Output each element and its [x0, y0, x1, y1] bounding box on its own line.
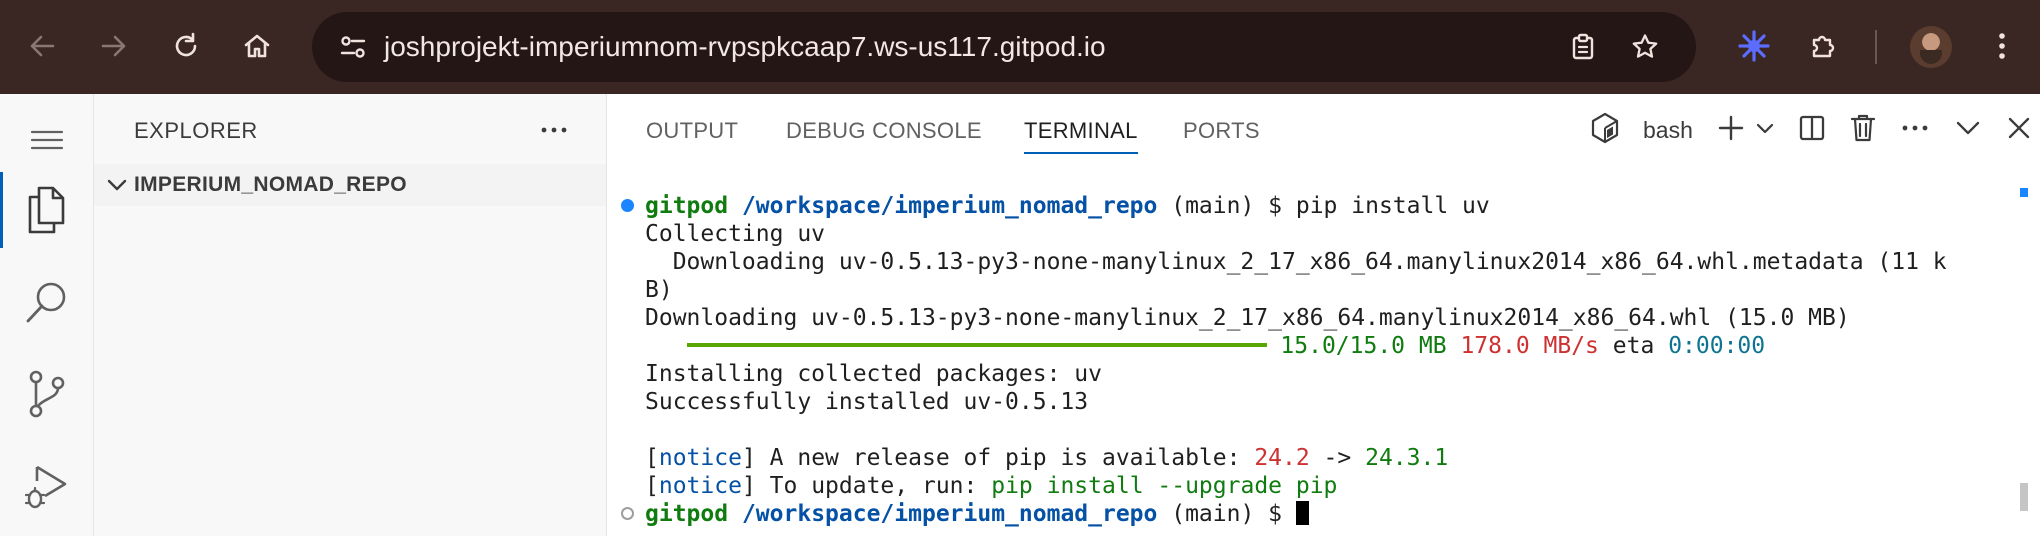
pip-new-version: 24.3.1: [1365, 445, 1449, 471]
tab-output[interactable]: OUTPUT: [646, 118, 738, 144]
trash-kill-terminal-icon[interactable]: [1843, 108, 1883, 148]
prompt-user: gitpod: [645, 501, 729, 527]
home-icon[interactable]: [233, 22, 281, 70]
back-arrow-icon[interactable]: [18, 22, 66, 70]
bookmark-star-icon[interactable]: [1622, 24, 1668, 70]
terminal-line-progress: 15.0/15.0 MB 178.0 MB/s eta 0:00:00: [645, 332, 1765, 360]
prompt-branch: (main) $: [1157, 501, 1296, 527]
close-panel-icon[interactable]: [1999, 108, 2039, 148]
command-text: pip install uv: [1295, 193, 1490, 219]
profile-avatar[interactable]: [1910, 26, 1952, 68]
terminal-scrollbar-thumb[interactable]: [2020, 483, 2028, 511]
notice-arrow: ->: [1309, 445, 1366, 471]
terminal-profiles-chevron-down-icon[interactable]: [1745, 108, 1785, 148]
tab-terminal[interactable]: TERMINAL: [1024, 118, 1138, 154]
terminal-shell-icon: [1585, 108, 1625, 148]
source-control-icon[interactable]: [0, 348, 94, 440]
kebab-menu-icon[interactable]: [1978, 22, 2026, 70]
terminal-line-prompt: gitpod /workspace/imperium_nomad_repo (m…: [645, 500, 1309, 528]
toolbar-divider: [1875, 30, 1877, 64]
command-pending-decoration[interactable]: [621, 507, 634, 520]
upgrade-command: pip install --upgrade pip: [991, 473, 1338, 499]
notice-tag: notice: [658, 445, 742, 471]
collapse-panel-chevron-icon[interactable]: [1948, 108, 1988, 148]
terminal-line-command: gitpod /workspace/imperium_nomad_repo (m…: [645, 192, 1490, 220]
activity-bar: [0, 94, 94, 536]
more-actions-icon[interactable]: [534, 110, 574, 150]
scrollbar-marker: [2020, 188, 2028, 197]
url-text[interactable]: joshprojekt-imperiumnom-rvpspkcaap7.ws-u…: [384, 12, 1106, 82]
extension-sparkle-icon[interactable]: [1730, 22, 1778, 70]
site-info-icon[interactable]: [330, 24, 376, 70]
download-progress-bar: [686, 342, 1267, 347]
chevron-down-icon: [104, 172, 130, 198]
notice-text: To update, run:: [755, 473, 992, 499]
terminal-line: Successfully installed uv-0.5.13: [645, 389, 1089, 415]
forward-arrow-icon[interactable]: [90, 22, 138, 70]
explorer-files-icon[interactable]: [0, 164, 94, 256]
address-bar[interactable]: joshprojekt-imperiumnom-rvpspkcaap7.ws-u…: [312, 12, 1696, 82]
terminal-line: Installing collected packages: uv: [645, 361, 1102, 387]
terminal-name[interactable]: bash: [1643, 117, 1693, 144]
progress-speed: 178.0 MB/s: [1460, 333, 1599, 359]
browser-toolbar: joshprojekt-imperiumnom-rvpspkcaap7.ws-u…: [0, 0, 2040, 94]
terminal-cursor: [1295, 500, 1309, 525]
notice-tag: notice: [658, 473, 742, 499]
workspace-folder-name: IMPERIUM_NOMAD_REPO: [134, 173, 407, 196]
reload-icon[interactable]: [162, 22, 210, 70]
terminal-line: Downloading uv-0.5.13-py3-none-manylinux…: [645, 249, 1947, 275]
prompt-user: gitpod: [645, 193, 729, 219]
clipboard-icon[interactable]: [1560, 24, 1606, 70]
prompt-path: /workspace/imperium_nomad_repo: [741, 501, 1158, 527]
more-panel-actions-icon[interactable]: [1895, 108, 1935, 148]
command-success-decoration[interactable]: [621, 199, 634, 212]
run-debug-icon[interactable]: [0, 440, 94, 532]
progress-size: 15.0/15.0 MB: [1280, 333, 1447, 359]
search-icon[interactable]: [0, 256, 94, 348]
terminal-line: Downloading uv-0.5.13-py3-none-manylinux…: [645, 305, 1850, 331]
progress-eta: 0:00:00: [1668, 333, 1766, 359]
tab-debug-console[interactable]: DEBUG CONSOLE: [786, 118, 982, 144]
sidebar-title: EXPLORER: [134, 118, 258, 143]
prompt-path: /workspace/imperium_nomad_repo: [741, 193, 1158, 219]
terminal-line-notice: [notice] To update, run: pip install --u…: [645, 473, 1338, 499]
workspace-folder-header[interactable]: IMPERIUM_NOMAD_REPO: [94, 164, 606, 206]
notice-text: A new release of pip is available:: [755, 445, 1255, 471]
split-terminal-icon[interactable]: [1792, 108, 1832, 148]
terminal-line-notice: [notice] A new release of pip is availab…: [645, 445, 1449, 471]
prompt-branch: (main) $: [1157, 193, 1296, 219]
bottom-panel: OUTPUT DEBUG CONSOLE TERMINAL PORTS bash…: [607, 94, 2040, 536]
progress-eta-label: eta: [1612, 333, 1655, 359]
tab-ports[interactable]: PORTS: [1183, 118, 1260, 144]
pip-old-version: 24.2: [1254, 445, 1310, 471]
terminal-line: Collecting uv: [645, 221, 826, 247]
explorer-sidebar: EXPLORER IMPERIUM_NOMAD_REPO: [94, 94, 607, 536]
extensions-puzzle-icon[interactable]: [1800, 22, 1848, 70]
terminal-line: B): [645, 277, 673, 303]
